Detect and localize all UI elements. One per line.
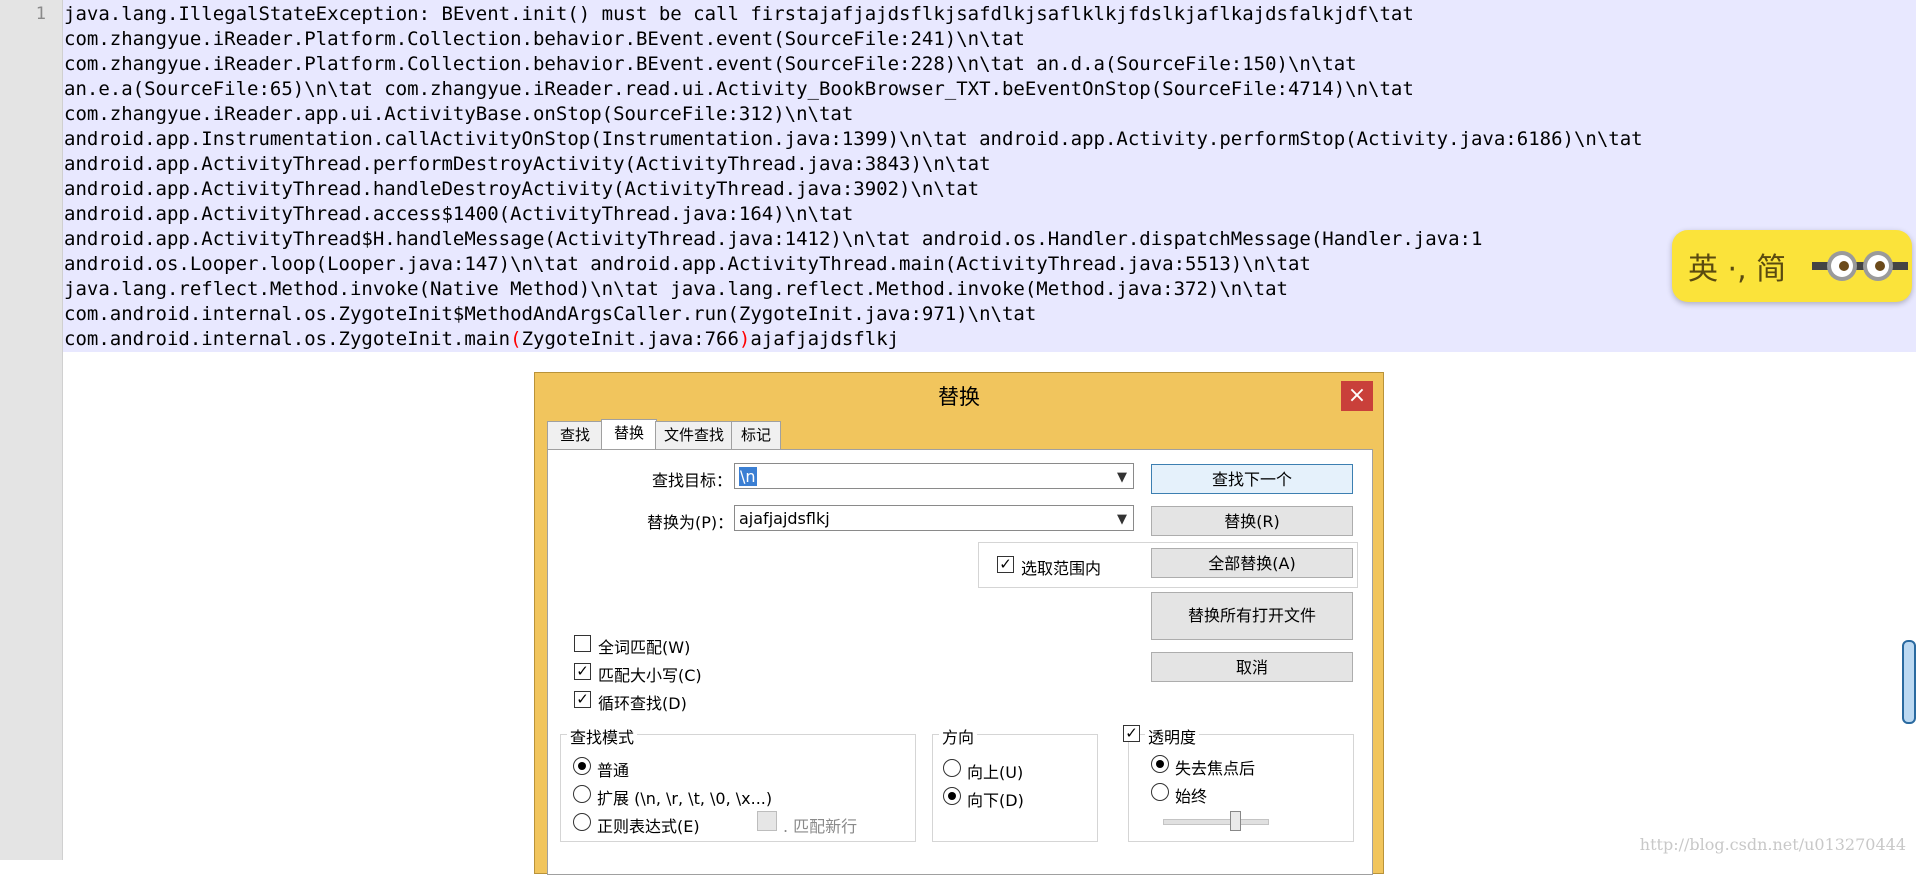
transparency-group: ✓ 透明度 失去焦点后 始终 [1123,724,1354,842]
code-line: java.lang.IllegalStateException: BEvent.… [64,3,1414,25]
radio-always-label: 始终 [1175,787,1208,806]
replace-dialog[interactable]: 替换 × 查找 替换 文件查找 标记 查找目标： \n ▼ 替换为(P)： aj… [534,372,1384,875]
radio-regex[interactable] [573,813,591,831]
replace-all-button[interactable]: 全部替换(A) [1151,548,1353,578]
find-input[interactable]: \n ▼ [734,463,1134,489]
wrap-around-label: 循环查找(D) [598,694,687,713]
find-label: 查找目标： [652,471,733,490]
tab-replace[interactable]: 替换 [601,419,657,450]
radio-regex-label: 正则表达式(E) [597,817,700,836]
transparency-slider-thumb[interactable] [1229,811,1241,831]
chevron-down-icon[interactable]: ▼ [1117,465,1127,491]
in-selection-label: 选取范围内 [1021,559,1102,578]
radio-extended[interactable] [573,785,591,803]
code-line-last: com.android.internal.os.ZygoteInit.main(… [64,327,1643,352]
transparency-slider-track[interactable] [1163,819,1269,825]
find-next-button[interactable]: 查找下一个 [1151,464,1353,494]
search-mode-title: 查找模式 [567,724,638,748]
replace-all-open-docs-button[interactable]: 替换所有打开文件 [1151,592,1353,640]
match-whole-word-label: 全词匹配(W) [598,638,691,657]
code-line: android.app.ActivityThread.access$1400(A… [64,203,854,225]
radio-extended-label: 扩展 (\n, \r, \t, \0, \x...) [597,789,773,808]
radio-on-lose-focus-label: 失去焦点后 [1175,759,1256,778]
replace-button[interactable]: 替换(R) [1151,506,1353,536]
ime-status-bar[interactable]: 英 ·, 简 [1672,230,1912,302]
code-line: com.android.internal.os.ZygoteInit$Metho… [64,303,1037,325]
radio-always[interactable] [1151,783,1169,801]
code-line: android.os.Looper.loop(Looper.java:147)\… [64,253,1311,275]
dialog-title: 替换 [938,385,980,409]
code-text-prefix: com.android.internal.os.ZygoteInit.main [64,328,511,350]
brace-match-open: ( [510,328,522,350]
code-line: com.zhangyue.iReader.Platform.Collection… [64,28,1025,50]
dot-newline-checkbox[interactable] [757,811,777,831]
brace-match-close: ) [738,328,751,350]
code-text-suffix: ajafjajdsflkj [750,328,900,350]
tab-find-in-files[interactable]: 文件查找 [655,421,733,450]
chevron-down-icon[interactable]: ▼ [1117,507,1127,533]
watermark: http://blog.csdn.net/u013270444 [1639,835,1906,854]
tab-find[interactable]: 查找 [547,421,603,450]
code-text-middle: ZygoteInit.java:766 [521,328,739,350]
direction-title: 方向 [939,724,978,748]
match-whole-word-checkbox[interactable] [574,635,591,652]
radio-down-label: 向下(D) [967,791,1024,810]
replace-input-value: ajafjajdsflkj [739,509,830,528]
close-button[interactable]: × [1341,381,1373,411]
radio-normal[interactable] [573,757,591,775]
transparency-label: 透明度 [1145,724,1200,748]
code-text[interactable]: java.lang.IllegalStateException: BEvent.… [64,2,1643,352]
radio-up[interactable] [943,759,961,777]
match-case-label: 匹配大小写(C) [598,666,702,685]
direction-group: 方向 向上(U) 向下(D) [932,724,1098,842]
transparency-checkbox[interactable]: ✓ [1123,725,1140,742]
radio-on-lose-focus[interactable] [1151,755,1169,773]
code-line: an.e.a(SourceFile:65)\n\tat com.zhangyue… [64,78,1414,100]
wrap-around-checkbox[interactable]: ✓ [574,691,591,708]
replace-panel: 查找目标： \n ▼ 替换为(P)： ajafjajdsflkj ▼ 查找下一个… [547,449,1373,875]
code-line: android.app.ActivityThread.performDestro… [64,153,991,175]
in-selection-checkbox[interactable]: ✓ [997,556,1014,573]
cancel-button[interactable]: 取消 [1151,652,1353,682]
radio-up-label: 向上(U) [967,763,1024,782]
match-case-checkbox[interactable]: ✓ [574,663,591,680]
find-input-value: \n [739,467,757,486]
thermometer-icon [1902,640,1916,724]
radio-normal-label: 普通 [597,761,630,780]
replace-input[interactable]: ajafjajdsflkj ▼ [734,505,1134,531]
code-line: java.lang.reflect.Method.invoke(Native M… [64,278,1288,300]
dot-newline-label: . 匹配新行 [783,817,858,836]
code-line: android.app.Instrumentation.callActivity… [64,128,1643,150]
code-line: com.zhangyue.iReader.Platform.Collection… [64,53,1357,75]
goggles-icon [1812,251,1908,281]
search-mode-group: 查找模式 普通 扩展 (\n, \r, \t, \0, \x...) 正则表达式… [560,724,916,842]
tab-mark[interactable]: 标记 [731,421,781,450]
line-number-gutter: 1 [0,0,63,860]
code-line: com.zhangyue.iReader.app.ui.ActivityBase… [64,103,854,125]
radio-down[interactable] [943,787,961,805]
replace-label: 替换为(P)： [647,513,734,532]
code-line: android.app.ActivityThread.handleDestroy… [64,178,980,200]
code-line: android.app.ActivityThread$H.handleMessa… [64,228,1483,250]
line-number: 1 [35,4,46,24]
ime-mode-text[interactable]: 英 ·, 简 [1688,244,1786,288]
